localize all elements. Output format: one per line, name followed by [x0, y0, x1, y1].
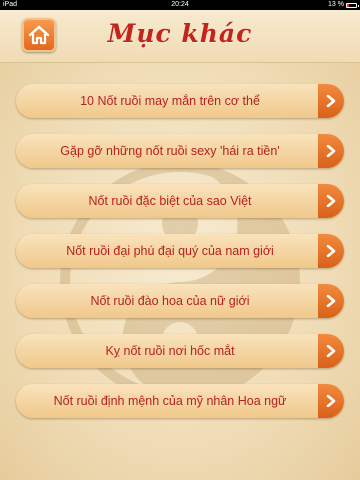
menu-item-female-romance-moles[interactable]: Nốt ruồi đào hoa của nữ giới	[16, 284, 344, 318]
battery-percent: 13 %	[328, 1, 344, 8]
menu-item-lucky-moles[interactable]: 10 Nốt ruồi may mắn trên cơ thể	[16, 84, 344, 118]
clock: 20:24	[171, 1, 189, 8]
page-title: Mục khác	[107, 19, 253, 48]
menu-item-label: Gặp gỡ những nốt ruồi sexy 'hái ra tiền'	[60, 144, 280, 158]
menu-item-label: Nốt ruồi đại phú đại quý của nam giới	[66, 244, 274, 258]
battery-icon	[346, 2, 359, 8]
battery-indicator: 13 %	[328, 0, 359, 10]
menu-item-sexy-moles[interactable]: Gặp gỡ những nốt ruồi sexy 'hái ra tiền'	[16, 134, 344, 168]
menu-item-label: Nốt ruồi đào hoa của nữ giới	[90, 294, 250, 308]
nav-header: Mục khác	[0, 10, 360, 63]
menu-item-label: 10 Nốt ruồi may mắn trên cơ thể	[80, 94, 260, 108]
menu-item-destiny-moles[interactable]: Nốt ruồi định mệnh của mỹ nhân Hoa ngữ	[16, 384, 344, 418]
menu-item-label: Nốt ruồi định mệnh của mỹ nhân Hoa ngữ	[53, 394, 287, 408]
menu-item-label: Kỵ nốt ruồi nơi hốc mắt	[105, 344, 235, 358]
menu-item-label: Nốt ruồi đặc biệt của sao Việt	[88, 194, 252, 208]
status-bar: iPad 20:24 13 %	[0, 0, 360, 10]
menu-item-eye-socket-moles[interactable]: Kỵ nốt ruồi nơi hốc mắt	[16, 334, 344, 368]
menu-item-celebrity-moles[interactable]: Nốt ruồi đặc biệt của sao Việt	[16, 184, 344, 218]
menu-item-male-wealth-moles[interactable]: Nốt ruồi đại phú đại quý của nam giới	[16, 234, 344, 268]
